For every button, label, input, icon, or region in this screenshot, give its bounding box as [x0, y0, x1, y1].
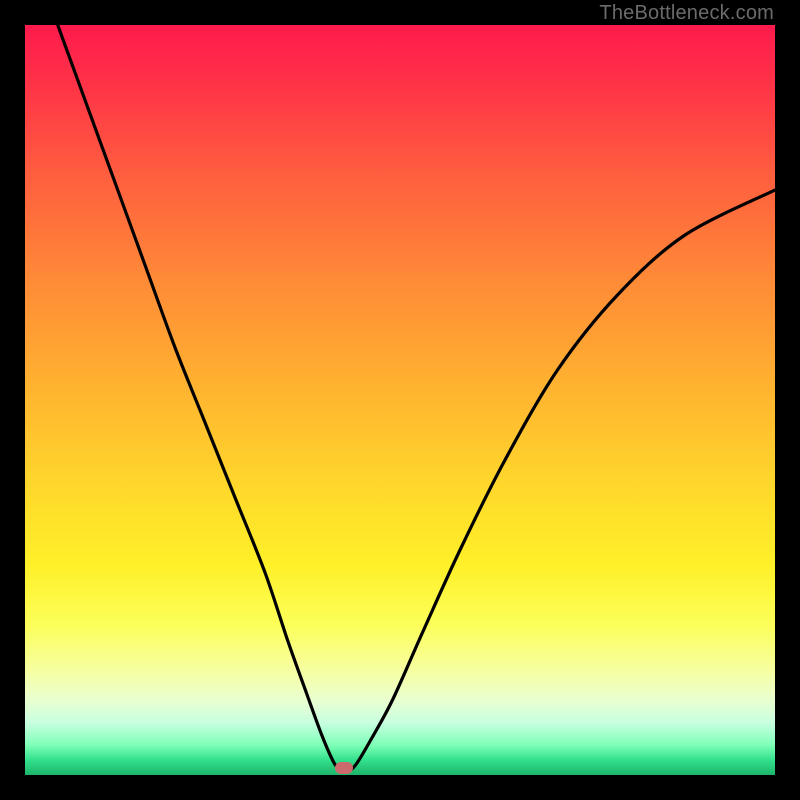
bottleneck-curve	[25, 25, 775, 775]
chart-frame: TheBottleneck.com	[0, 0, 800, 800]
plot-area	[25, 25, 775, 775]
minimum-marker	[335, 762, 353, 774]
attribution-label: TheBottleneck.com	[599, 2, 774, 25]
